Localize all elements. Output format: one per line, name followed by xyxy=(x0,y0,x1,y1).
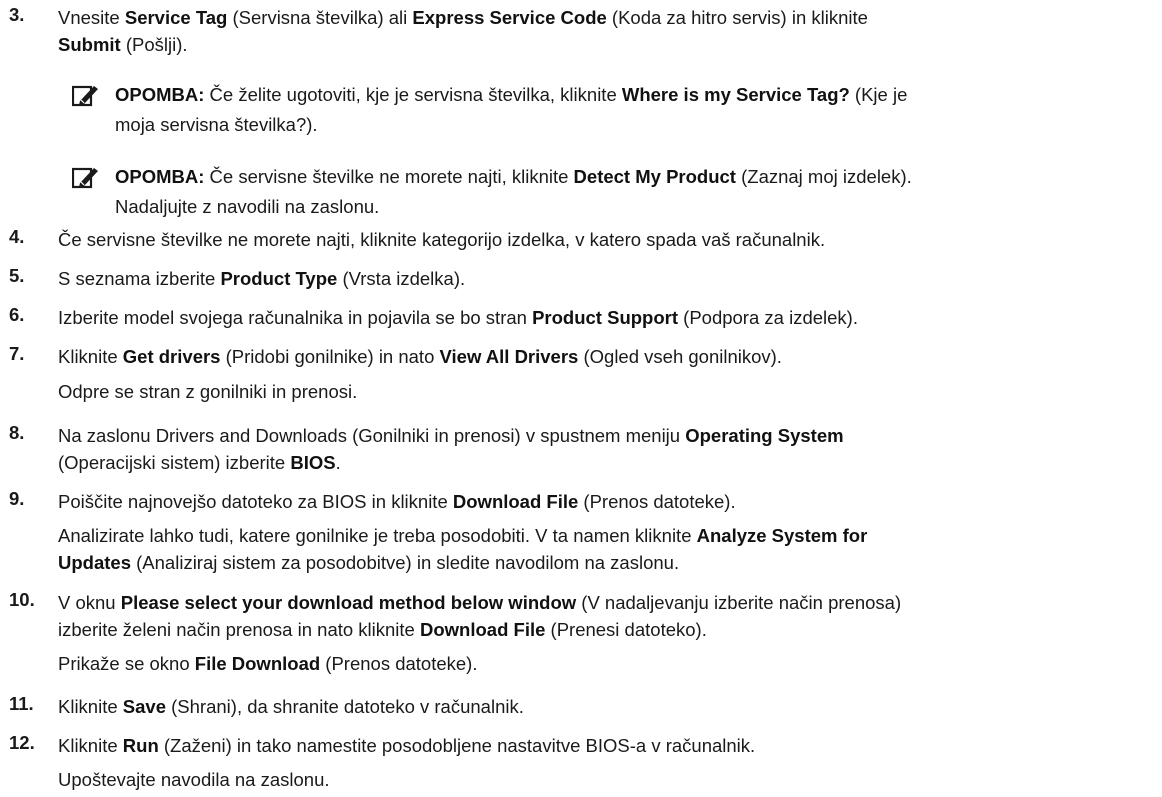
step-text: Kliknite Get drivers (Pridobi gonilnike)… xyxy=(58,343,1154,370)
text-run: (Podpora za izdelek). xyxy=(678,307,858,328)
note-text: OPOMBA: Če želite ugotoviti, kje je serv… xyxy=(115,80,1156,140)
bold-term: Product Type xyxy=(220,268,338,289)
text-run: Če želite ugotoviti, kje je servisna šte… xyxy=(204,84,622,105)
bold-term: Get drivers xyxy=(122,346,221,367)
text-run: Če servisne številke ne morete najti, kl… xyxy=(204,166,574,187)
step-10-result: Prikaže se okno File Download (Prenos da… xyxy=(58,650,1154,677)
bold-term: Where is my Service Tag? xyxy=(621,84,850,105)
text-run: Vnesite xyxy=(58,7,125,28)
text-run: Nadaljujte z navodili na zaslonu. xyxy=(115,196,380,217)
text-run: Kliknite xyxy=(58,346,123,367)
text-run: (Prenesi datoteko). xyxy=(545,619,707,640)
text-run: (Koda za hitro servis) in kliknite xyxy=(606,7,868,28)
step-number: 4. xyxy=(9,226,25,247)
text-run: Kliknite xyxy=(58,735,123,756)
bold-term: View All Drivers xyxy=(439,346,579,367)
text-run: (Vrsta izdelka). xyxy=(337,268,466,289)
step-text: V oknu Please select your download metho… xyxy=(58,589,1154,643)
text-run: (V nadaljevanju izberite način prenosa) xyxy=(576,592,902,613)
text-run: S seznama izberite xyxy=(58,268,221,289)
step-number: 6. xyxy=(9,304,25,325)
bold-term: Product Support xyxy=(532,307,679,328)
step-number: 5. xyxy=(9,265,25,286)
step-number: 3. xyxy=(9,4,25,25)
note-text: OPOMBA: Če servisne številke ne morete n… xyxy=(115,162,1156,222)
step-text: Če servisne številke ne morete najti, kl… xyxy=(58,229,826,250)
step-text: Vnesite Service Tag (Servisna številka) … xyxy=(58,4,1154,58)
step-text: Izberite model svojega računalnika in po… xyxy=(58,304,1154,331)
text-run: Analizirate lahko tudi, katere gonilnike… xyxy=(58,525,697,546)
bold-term: Run xyxy=(122,735,159,756)
bold-term: File Download xyxy=(194,653,321,674)
step-text: Kliknite Run (Zaženi) in tako namestite … xyxy=(58,732,1154,759)
bold-term: Express Service Code xyxy=(412,7,607,28)
bold-term: Save xyxy=(122,696,166,717)
step-text: Kliknite Save (Shrani), da shranite dato… xyxy=(58,693,1154,720)
bold-term: Operating System xyxy=(685,425,844,446)
note-label: OPOMBA: xyxy=(115,84,205,105)
text-run: (Prenos datoteke). xyxy=(320,653,478,674)
bold-term: Download File xyxy=(452,491,579,512)
step-number: 12. xyxy=(9,732,35,753)
text-run: izberite želeni način prenosa in nato kl… xyxy=(58,619,420,640)
step-7-result: Odpre se stran z gonilniki in prenosi. xyxy=(58,381,358,402)
step-12-result: Upoštevajte navodila na zaslonu. xyxy=(58,769,330,790)
text-run: (Zaženi) in tako namestite posodobljene … xyxy=(158,735,756,756)
step-number: 9. xyxy=(9,488,25,509)
bold-term: Submit xyxy=(58,34,121,55)
bold-term: Updates xyxy=(58,552,131,573)
note-pencil-icon xyxy=(71,166,100,190)
note-label: OPOMBA: xyxy=(115,166,205,187)
text-run: (Pošlji). xyxy=(120,34,188,55)
text-run: (Pridobi gonilnike) in nato xyxy=(220,346,440,367)
step-number: 10. xyxy=(9,589,35,610)
step-number: 7. xyxy=(9,343,25,364)
text-run: (Operacijski sistem) izberite xyxy=(58,452,291,473)
bold-term: Please select your download method below… xyxy=(120,592,577,613)
bold-term: Service Tag xyxy=(124,7,228,28)
text-run: (Zaznaj moj izdelek). xyxy=(735,166,912,187)
text-run: moja servisna številka?). xyxy=(115,114,318,135)
text-run: (Servisna številka) ali xyxy=(227,7,413,28)
text-run: Na zaslonu Drivers and Downloads (Goniln… xyxy=(58,425,686,446)
text-run: (Ogled vseh gonilnikov). xyxy=(578,346,782,367)
step-text: Poiščite najnovejšo datoteko za BIOS in … xyxy=(58,488,1154,515)
bold-term: BIOS xyxy=(290,452,336,473)
text-run: V oknu xyxy=(58,592,121,613)
step-number: 8. xyxy=(9,422,25,443)
note-pencil-icon xyxy=(71,84,100,108)
step-text: S seznama izberite Product Type (Vrsta i… xyxy=(58,265,1154,292)
bold-term: Detect My Product xyxy=(573,166,736,187)
text-run: Kliknite xyxy=(58,696,123,717)
text-run: (Prenos datoteke). xyxy=(578,491,736,512)
text-run: (Analiziraj sistem za posodobitve) in sl… xyxy=(131,552,680,573)
text-run: (Shrani), da shranite datoteko v računal… xyxy=(166,696,524,717)
text-run: (Kje je xyxy=(849,84,908,105)
step-9-detail: Analizirate lahko tudi, katere gonilnike… xyxy=(58,522,1154,576)
step-text: Na zaslonu Drivers and Downloads (Goniln… xyxy=(58,422,1154,476)
text-run: Prikaže se okno xyxy=(58,653,195,674)
text-run: Poiščite najnovejšo datoteko za BIOS in … xyxy=(58,491,453,512)
bold-term: Download File xyxy=(420,619,546,640)
text-run: . xyxy=(335,452,341,473)
document-page: 3. Vnesite Service Tag (Servisna številk… xyxy=(0,0,1162,797)
step-number: 11. xyxy=(9,693,34,714)
bold-term: Analyze System for xyxy=(696,525,868,546)
text-run: Izberite model svojega računalnika in po… xyxy=(58,307,533,328)
